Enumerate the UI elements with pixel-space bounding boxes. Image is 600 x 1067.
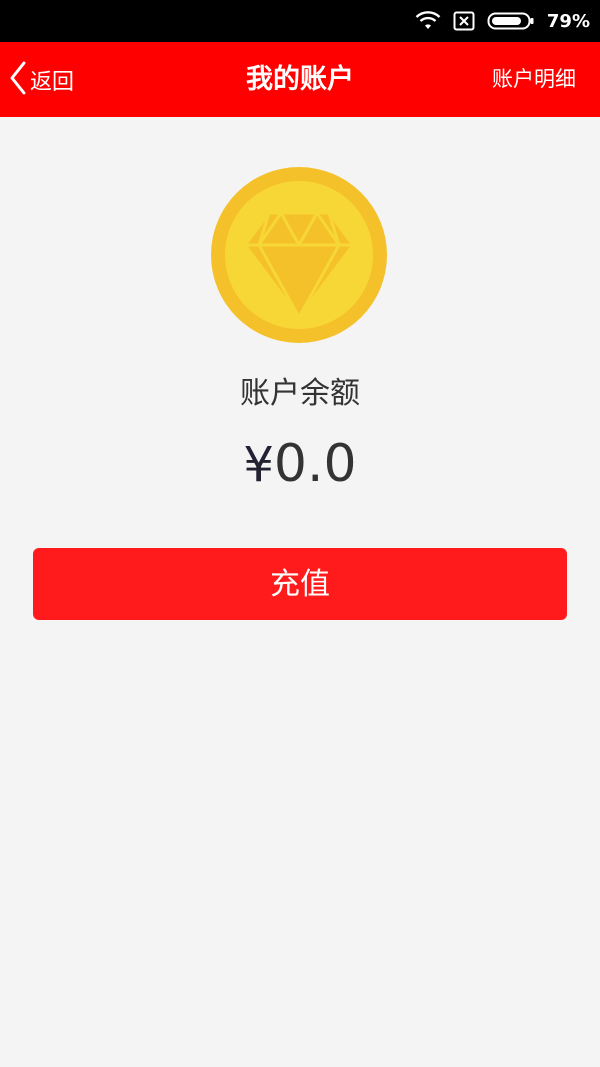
battery-icon [487, 11, 535, 31]
currency-symbol: ¥ [243, 437, 274, 493]
balance-amount: ¥0.0 [0, 428, 600, 501]
back-button[interactable]: 返回 [8, 42, 74, 117]
balance-value: 0.0 [273, 434, 357, 494]
battery-percent: 79% [546, 10, 590, 32]
recharge-button[interactable]: 充值 [33, 548, 567, 620]
back-label: 返回 [30, 69, 75, 95]
balance-label: 账户余额 [240, 376, 360, 411]
nav-bar: 返回 我的账户 账户明细 [0, 42, 600, 117]
status-bar: 79% [0, 0, 600, 42]
chevron-left-icon [8, 60, 28, 100]
diamond-coin-icon [211, 167, 387, 343]
account-details-link[interactable]: 账户明细 [492, 42, 576, 117]
wifi-icon [415, 11, 441, 31]
no-sim-icon [453, 11, 475, 31]
